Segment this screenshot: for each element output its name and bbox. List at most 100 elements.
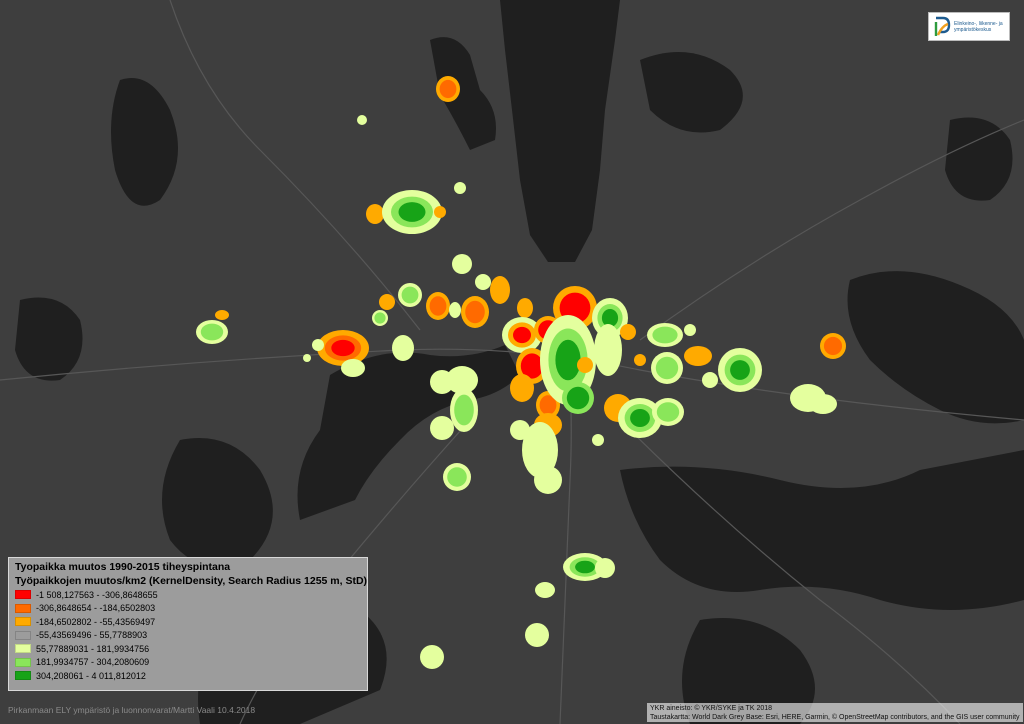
- legend-subtitle: Työpaikkojen muutos/km2 (KernelDensity, …: [15, 575, 368, 587]
- density-hotspot: [426, 292, 450, 320]
- density-hotspot: [303, 354, 311, 362]
- density-hotspot: [620, 324, 636, 340]
- density-contour: [439, 79, 457, 99]
- density-contour: [592, 434, 604, 446]
- density-hotspot: [647, 323, 683, 347]
- density-contour: [655, 356, 679, 380]
- author-credit: Pirkanmaan ELY ympäristö ja luonnonvarat…: [8, 705, 256, 715]
- density-contour: [525, 623, 549, 647]
- density-contour: [634, 354, 646, 366]
- density-hotspot: [517, 298, 533, 318]
- density-contour: [215, 310, 229, 320]
- density-hotspot: [702, 372, 718, 388]
- density-contour: [465, 300, 485, 324]
- density-contour: [555, 339, 581, 381]
- legend-swatch: [15, 630, 31, 640]
- density-hotspot: [535, 582, 555, 598]
- density-hotspot: [510, 374, 534, 402]
- density-hotspot: [430, 416, 454, 440]
- ely-logo-mark-icon: [934, 16, 951, 36]
- legend-label: -306,8648654 - -184,6502803: [36, 603, 156, 614]
- density-hotspot: [215, 310, 229, 320]
- density-contour: [823, 336, 843, 356]
- density-contour: [379, 294, 395, 310]
- data-attribution: YKR aineisto: © YKR/SYKE ja TK 2018 Taus…: [647, 703, 1023, 722]
- density-contour: [452, 254, 472, 274]
- legend-swatch: [15, 603, 31, 613]
- density-contour: [429, 296, 447, 316]
- density-hotspot: [449, 302, 461, 318]
- density-hotspot: [436, 76, 460, 102]
- legend-item: -1 508,127563 - -306,8648655: [15, 588, 361, 602]
- density-contour: [595, 558, 615, 578]
- density-contour: [575, 560, 595, 574]
- legend-item: -55,43569496 - 55,7788903: [15, 629, 361, 643]
- density-contour: [652, 326, 678, 344]
- legend-item: 181,9934757 - 304,2080609: [15, 656, 361, 670]
- density-contour: [577, 357, 593, 373]
- legend-label: -55,43569496 - 55,7788903: [36, 630, 148, 641]
- density-contour: [475, 274, 491, 290]
- density-hotspot: [420, 645, 444, 669]
- density-contour: [401, 286, 419, 304]
- map-legend: Tyopaikka muutos 1990-2015 tiheyspintana…: [8, 557, 368, 691]
- ely-logo: Elinkeino-, liikenne- ja ympäristökeskus: [928, 12, 1010, 41]
- density-contour: [656, 402, 680, 422]
- density-hotspot: [809, 394, 837, 414]
- density-contour: [434, 206, 446, 218]
- density-contour: [517, 298, 533, 318]
- legend-title: Tyopaikka muutos 1990-2015 tiheyspintana: [15, 561, 231, 573]
- density-hotspot: [651, 352, 683, 384]
- density-contour: [366, 204, 384, 224]
- legend-swatch: [15, 671, 31, 681]
- density-hotspot: [534, 466, 562, 494]
- density-hotspot: [366, 204, 384, 224]
- density-hotspot: [684, 324, 696, 336]
- density-hotspot: [443, 463, 471, 491]
- density-contour: [312, 339, 324, 351]
- density-hotspot: [525, 623, 549, 647]
- legend-label: 55,77889031 - 181,9934756: [36, 643, 150, 654]
- density-contour: [510, 374, 534, 402]
- legend-item: 304,208061 - 4 011,812012: [15, 669, 361, 683]
- density-contour: [535, 582, 555, 598]
- logo-text-line1: Elinkeino-, liikenne- ja: [954, 20, 1003, 27]
- attribution-line1: YKR aineisto: © YKR/SYKE ja TK 2018: [650, 705, 773, 712]
- legend-label: -184,6502802 - -55,43569497: [36, 616, 156, 627]
- density-hotspot: [392, 335, 414, 361]
- density-contour: [730, 360, 750, 380]
- density-contour: [447, 467, 467, 487]
- density-contour: [420, 645, 444, 669]
- density-contour: [620, 324, 636, 340]
- density-contour: [534, 466, 562, 494]
- density-hotspot: [372, 310, 388, 326]
- density-hotspot: [820, 333, 846, 359]
- density-contour: [303, 354, 311, 362]
- density-hotspot: [452, 254, 472, 274]
- density-contour: [454, 182, 466, 194]
- legend-label: -1 508,127563 - -306,8648655: [36, 589, 158, 600]
- density-hotspot: [434, 206, 446, 218]
- density-hotspot: [341, 359, 365, 377]
- density-hotspot: [382, 190, 442, 234]
- legend-swatch: [15, 617, 31, 627]
- density-contour: [702, 372, 718, 388]
- legend-rows: -1 508,127563 - -306,8648655 -306,8648654…: [15, 588, 361, 683]
- density-contour: [449, 302, 461, 318]
- density-contour: [341, 359, 365, 377]
- density-contour: [594, 324, 622, 376]
- density-contour: [200, 323, 224, 341]
- density-hotspot: [594, 324, 622, 376]
- density-contour: [374, 312, 386, 324]
- ely-logo-text: Elinkeino-, liikenne- ja ympäristökeskus: [954, 21, 1003, 33]
- density-hotspot: [562, 382, 594, 414]
- legend-label: 304,208061 - 4 011,812012: [36, 670, 146, 681]
- density-contour: [454, 394, 474, 426]
- density-contour: [566, 386, 590, 410]
- density-hotspot: [595, 558, 615, 578]
- density-contour: [630, 409, 650, 427]
- density-contour: [684, 324, 696, 336]
- density-hotspot: [634, 354, 646, 366]
- density-hotspot: [379, 294, 395, 310]
- density-contour: [430, 416, 454, 440]
